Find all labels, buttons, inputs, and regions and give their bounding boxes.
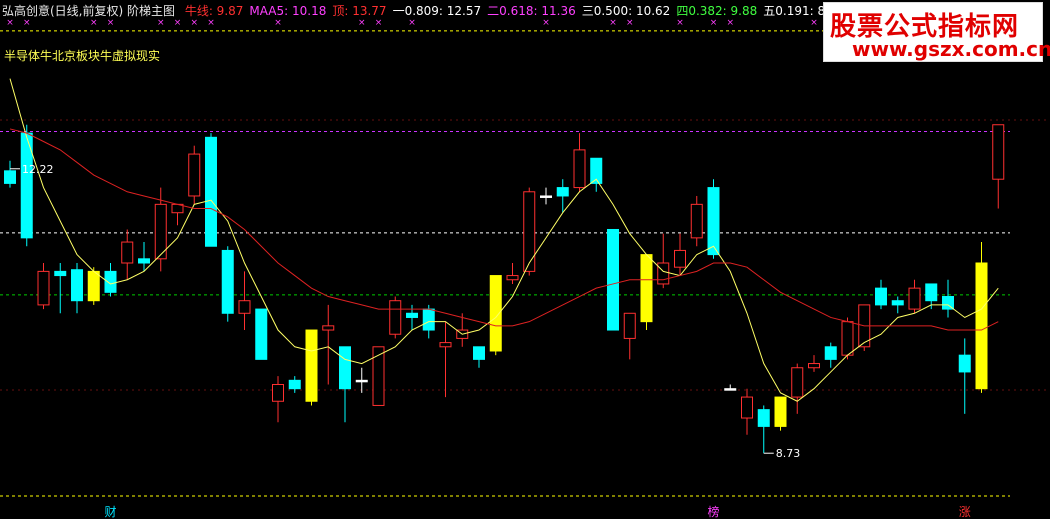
top-marker-15: ×	[676, 18, 684, 28]
candle-body-13	[221, 249, 234, 314]
bottom-marker-0: 财	[104, 505, 116, 519]
candle-body-52	[875, 287, 887, 306]
candle-body-7	[121, 241, 134, 264]
candlestick-chart: ××××××××××××××××××××××××12.228.73财榜涨	[0, 18, 1050, 519]
candle-body-23	[389, 300, 402, 335]
candle-body-24	[406, 312, 418, 318]
candle-body-6	[104, 270, 117, 293]
candle-body-39	[657, 262, 670, 285]
candle-body-12	[205, 136, 217, 247]
top-marker-2: ×	[90, 18, 98, 28]
sector-note: 半导体牛北京板块牛虚拟现实	[4, 49, 161, 63]
candle-body-45	[757, 409, 770, 427]
candle-body-42	[707, 187, 720, 256]
candle-body-32	[540, 195, 552, 198]
indicator-6: 四0.382: 9.88	[676, 4, 758, 18]
candle-body-31	[523, 191, 536, 272]
candle-body-36	[607, 228, 619, 331]
high-label: 12.22	[22, 163, 54, 176]
top-marker-7: ×	[207, 18, 215, 28]
candle-body-28	[473, 346, 485, 360]
candle-body-5	[87, 270, 100, 302]
candle-body-19	[322, 325, 335, 331]
candle-body-57	[958, 354, 971, 373]
indicator-0: 牛线: 9.87	[184, 4, 244, 18]
candle-body-25	[422, 308, 435, 331]
top-marker-3: ×	[107, 18, 115, 28]
candle-body-33	[556, 187, 569, 197]
chart-header: 弘高创意(日线,前复权) 阶梯主图 牛线: 9.87 MAA5: 10.18 顶: …	[2, 2, 901, 18]
top-marker-18: ×	[810, 18, 818, 28]
candle-body-30	[506, 275, 519, 281]
candle-body-38	[640, 254, 653, 323]
candle-body-53	[891, 300, 904, 306]
candle-body-11	[188, 153, 201, 197]
candle-body-4	[71, 269, 83, 302]
candle-body-59	[992, 124, 1005, 180]
candle-body-8	[138, 258, 150, 264]
top-marker-5: ×	[174, 18, 182, 28]
candle-body-34	[573, 149, 586, 189]
top-marker-8: ×	[274, 18, 282, 28]
candle-body-26	[439, 342, 452, 348]
candle-body-21	[355, 379, 368, 383]
candle-body-0	[4, 170, 16, 184]
watermark-url: www.gszx.com.cn	[852, 37, 1050, 61]
candle-body-46	[774, 396, 787, 427]
low-label: 8.73	[776, 447, 801, 460]
candle-body-47	[791, 367, 804, 398]
top-marker-0: ×	[6, 18, 14, 28]
indicator-1: MAA5: 10.18	[249, 4, 327, 18]
top-marker-11: ×	[408, 18, 416, 28]
candle-body-37	[623, 312, 636, 339]
candle-body-58	[975, 262, 988, 390]
candle-body-40	[674, 249, 686, 268]
top-marker-4: ×	[157, 18, 165, 28]
indicator-4: 二0.618: 11.36	[487, 4, 576, 18]
bottom-marker-1: 榜	[707, 504, 719, 519]
candle-body-48	[808, 363, 820, 369]
watermark-logo: 股票公式指标网 www.gszx.com.cn	[823, 2, 1050, 62]
top-marker-13: ×	[609, 18, 617, 28]
top-marker-6: ×	[190, 18, 198, 28]
top-marker-9: ×	[358, 18, 366, 28]
top-marker-12: ×	[542, 18, 550, 28]
indicator-values: 牛线: 9.87 MAA5: 10.18 顶: 13.77 一0.809: 12.57…	[185, 4, 895, 18]
indicator-2: 顶: 13.77	[332, 4, 387, 18]
candle-body-20	[339, 346, 351, 390]
chart-title: 弘高创意(日线,前复权) 阶梯主图	[2, 4, 175, 18]
indicator-5: 三0.500: 10.62	[581, 4, 671, 18]
candle-body-16	[272, 384, 284, 402]
bottom-marker-2: 涨	[959, 504, 971, 519]
candle-body-2	[37, 270, 50, 306]
candle-body-54	[908, 287, 921, 310]
indicator-3: 一0.809: 12.57	[392, 4, 482, 18]
candle-body-14	[238, 300, 251, 314]
candle-body-43	[724, 388, 737, 391]
top-marker-17: ×	[726, 18, 734, 28]
candle-body-17	[288, 379, 301, 390]
candle-body-18	[305, 329, 318, 402]
candle-body-44	[741, 396, 753, 419]
candle-body-15	[255, 308, 268, 360]
top-marker-10: ×	[375, 18, 383, 28]
top-marker-14: ×	[626, 18, 634, 28]
candle-body-3	[54, 270, 67, 277]
candle-body-49	[824, 346, 837, 360]
top-marker-16: ×	[710, 18, 718, 28]
candle-body-41	[690, 203, 703, 239]
top-marker-1: ×	[23, 18, 31, 28]
candle-body-55	[925, 283, 938, 302]
candle-body-50	[841, 321, 854, 356]
